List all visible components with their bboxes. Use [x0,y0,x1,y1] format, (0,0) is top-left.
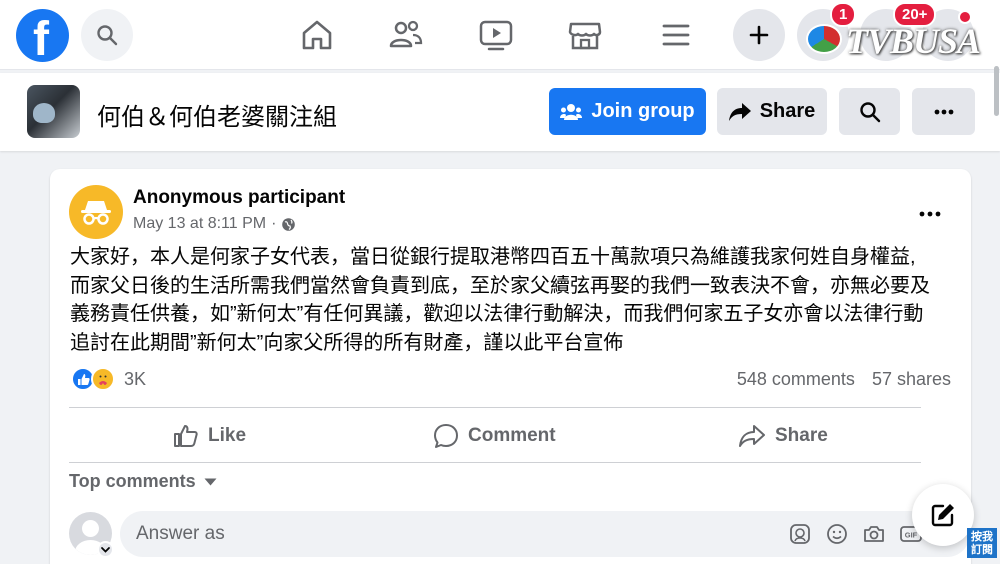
meta-separator: · [271,215,277,232]
divider [69,462,921,463]
post-text-line: 大家好，本人是何家子女代表，當日從銀行提取港幣四百五十萬款項只為維護我家何姓自身… [70,246,916,268]
new-message-button[interactable] [912,484,974,546]
join-group-button[interactable]: Join group [549,88,706,135]
like-button[interactable]: Like [173,419,246,453]
engagement-counts: 548 comments 57 shares [737,369,951,390]
post-more-options-button[interactable] [919,197,941,223]
share-arrow-icon [728,102,751,121]
divider [69,407,921,408]
post-text-line: 而家父日後的生活所需我們當然會負責到底，至於家父續弦再娶的我們一致表決不會，亦無… [70,274,930,297]
share-label: Share [775,425,828,446]
post-timestamp[interactable]: May 13 at 8:11 PM [133,215,266,233]
home-icon[interactable] [298,16,336,54]
shares-count[interactable]: 57 shares [872,369,951,390]
friends-icon[interactable] [387,16,425,54]
tvb-watermark-logo [806,24,842,54]
plus-icon [749,25,769,45]
care-reaction-icon [91,367,115,391]
tvb-watermark-text: TVBUSA [846,21,981,61]
post-card: Anonymous participant May 13 at 8:11 PM … [50,169,971,564]
globe-icon [282,217,296,231]
comment-button[interactable]: Comment [433,419,556,453]
like-label: Like [208,425,247,446]
group-header: 何伯＆何伯老婆關注組 Join group Share [0,73,1000,151]
group-cover-thumbnail[interactable] [27,85,80,138]
comments-count[interactable]: 548 comments [737,369,855,390]
search-icon [97,25,118,46]
speech-bubble-icon [434,424,458,448]
thumbs-up-icon [174,425,198,447]
menu-icon[interactable] [657,16,695,54]
comment-sort-label: Top comments [69,471,196,491]
camera-icon[interactable] [862,522,886,546]
more-dots-icon [919,211,941,217]
reaction-count: 3K [124,368,147,389]
caret-down-icon [204,478,217,485]
share-arrow-outline-icon [739,425,765,447]
share-group-label: Share [759,100,816,122]
facebook-logo[interactable]: f [16,9,69,66]
subscribe-overlay-badge[interactable]: 按我訂閱 [967,528,997,558]
post-author[interactable]: Anonymous participant [133,187,345,209]
share-group-button[interactable]: Share [717,88,827,135]
reactions-summary[interactable]: 3K [71,367,146,391]
post-meta: May 13 at 8:11 PM · [133,215,296,233]
emoji-icon[interactable] [825,522,849,546]
post-body-text: 大家好，本人是何家子女代表，當日從銀行提取港幣四百五十萬款項只為維護我家何姓自身… [70,243,950,357]
facebook-logo-letter: f [33,13,49,66]
anonymous-avatar[interactable] [69,185,123,239]
comment-input[interactable] [136,511,636,557]
create-button[interactable] [733,9,785,61]
scrollbar-thumb[interactable] [994,66,999,116]
incognito-icon [81,201,111,225]
join-group-label: Join group [591,100,695,122]
compose-pencil-icon [931,504,954,527]
more-dots-icon [934,109,953,114]
marketplace-icon[interactable] [566,16,604,54]
search-icon [859,101,880,122]
comment-composer[interactable]: GIF [120,511,970,557]
group-more-options-button[interactable] [912,88,975,135]
avatar-sticker-icon[interactable] [788,522,812,546]
watch-video-icon[interactable] [477,16,515,54]
post-text-line: 義務責任供養，如”新何太”有任何異議，歡迎以法律行動解決，而我們何家五子女亦會以… [70,303,924,325]
chevron-down-icon [101,547,110,553]
identity-switch-chevron[interactable] [97,541,114,558]
post-text-line: 追討在此期間”新何太”向家父所得的所有財產，謹以此平台宣佈 [70,331,624,354]
group-search-button[interactable] [839,88,900,135]
share-post-button[interactable]: Share [738,419,828,453]
group-people-icon [560,103,583,120]
svg-text:GIF: GIF [905,531,918,540]
group-name[interactable]: 何伯＆何伯老婆關注組 [97,97,337,132]
search-button[interactable] [81,9,133,61]
comment-sort-dropdown[interactable]: Top comments [69,471,217,492]
top-navigation-bar: f 1 20+ TVBUSA [0,0,1000,70]
comment-label: Comment [468,425,556,446]
